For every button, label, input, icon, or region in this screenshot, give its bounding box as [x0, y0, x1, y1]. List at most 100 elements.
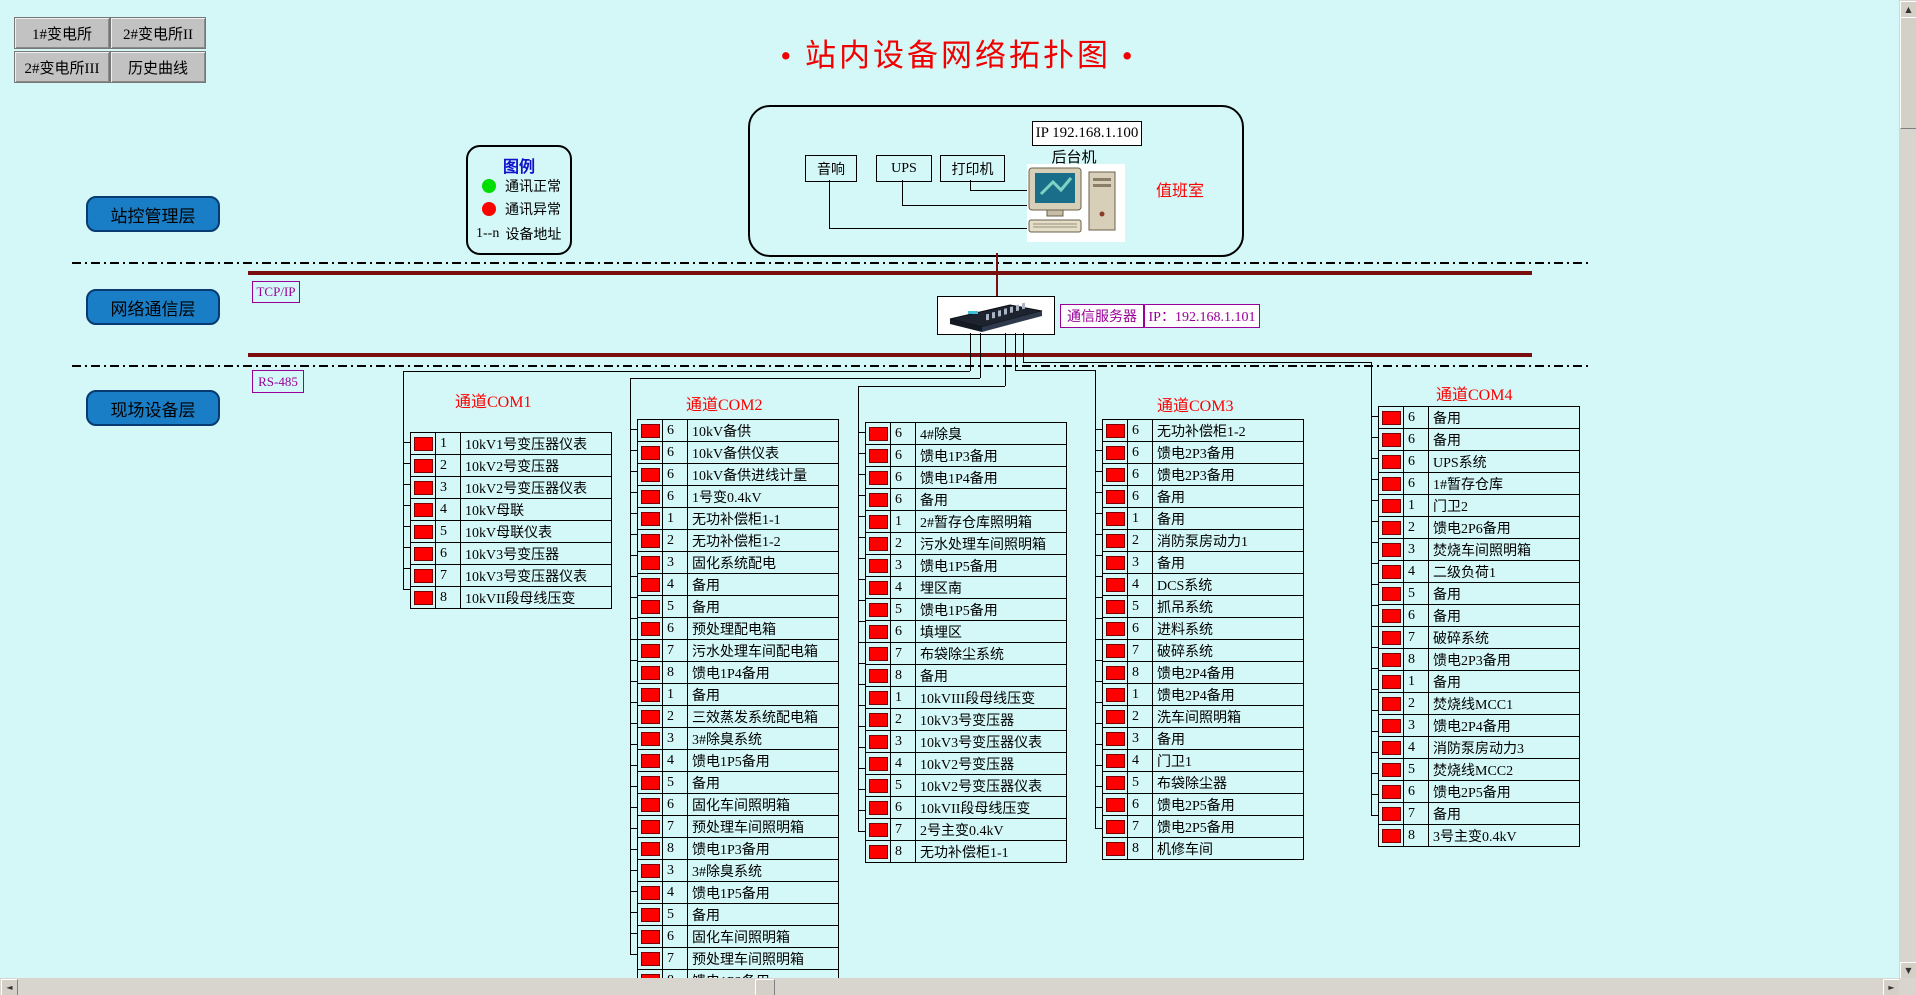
- vertical-scrollbar[interactable]: [1899, 0, 1916, 978]
- status-cell: [866, 753, 890, 774]
- device-row: 7馈电2P5备用: [1103, 816, 1303, 838]
- connector-line: [403, 442, 410, 443]
- connector-line: [858, 579, 865, 580]
- device-address: 7: [662, 948, 688, 969]
- horizontal-scrollbar[interactable]: [0, 978, 1899, 995]
- comm-abnormal-status-icon: [1106, 490, 1125, 504]
- connector-line: [1095, 765, 1102, 766]
- device-row: 6馈电1P3备用: [866, 445, 1066, 467]
- layer-button-station-control[interactable]: 站控管理层: [86, 196, 220, 232]
- connector-line: [1371, 521, 1378, 522]
- device-row: 5备用: [638, 904, 838, 926]
- comm-abnormal-status-icon: [869, 581, 888, 595]
- device-address: 6: [1127, 486, 1153, 507]
- status-cell: [1103, 530, 1127, 551]
- connector-line: [1371, 542, 1378, 543]
- comm-abnormal-status-icon: [641, 578, 660, 592]
- channel-device-table-5: 6备用6备用6UPS系统61#暂存仓库1门卫22馈电2P6备用3焚烧车间照明箱4…: [1378, 406, 1580, 847]
- backend-ip-label: IP 192.168.1.100: [1032, 121, 1142, 146]
- scroll-down-icon[interactable]: ▼: [1900, 962, 1916, 979]
- status-cell: [866, 665, 890, 686]
- device-name: 10kV2号变压器: [916, 754, 1066, 774]
- connector-line: [1371, 458, 1378, 459]
- green-status-icon: [482, 179, 496, 193]
- connector-line: [630, 597, 637, 598]
- device-row: 110kV1号变压器仪表: [411, 433, 611, 455]
- connector-line: [1095, 597, 1102, 598]
- device-address: 4: [1403, 561, 1429, 582]
- device-address: 4: [1403, 737, 1429, 758]
- comm-abnormal-status-icon: [1106, 754, 1125, 768]
- device-row: 5抓吊系统: [1103, 596, 1303, 618]
- layer-separator-line: [72, 365, 1592, 367]
- status-cell: [866, 599, 890, 620]
- layer-button-network-comm[interactable]: 网络通信层: [86, 289, 220, 325]
- device-row: 7预处理车间照明箱: [638, 948, 838, 970]
- connector-line: [858, 453, 865, 454]
- status-cell: [411, 521, 435, 542]
- device-address: 7: [662, 640, 688, 661]
- device-address: 3: [890, 555, 916, 576]
- device-name: 10kV2号变压器仪表: [916, 776, 1066, 796]
- comm-abnormal-status-icon: [641, 490, 660, 504]
- status-cell: [1379, 737, 1403, 758]
- comm-abnormal-status-icon: [869, 471, 888, 485]
- vertical-scroll-thumb[interactable]: [1900, 17, 1916, 129]
- channel-label-2: 通道COM2: [686, 391, 762, 415]
- device-name: 馈电1P4备用: [916, 468, 1066, 488]
- device-name: 3#除臭系统: [688, 861, 838, 881]
- legend-item-normal: 通讯正常: [482, 177, 561, 195]
- device-address: 8: [662, 838, 688, 859]
- comm-abnormal-status-icon: [869, 845, 888, 859]
- device-name: 10kV3号变压器仪表: [461, 566, 611, 586]
- comm-abnormal-status-icon: [1382, 785, 1401, 799]
- device-name: 备用: [688, 685, 838, 705]
- connector-line: [403, 568, 410, 569]
- device-row: 8馈电1P3备用: [638, 838, 838, 860]
- connector-line: [1371, 479, 1378, 480]
- connector-line: [1371, 668, 1378, 669]
- scroll-up-icon[interactable]: ▲: [1900, 1, 1916, 18]
- status-cell: [1379, 649, 1403, 670]
- status-cell: [1379, 473, 1403, 494]
- layer-button-field-device[interactable]: 现场设备层: [86, 390, 220, 426]
- comm-abnormal-status-icon: [1382, 565, 1401, 579]
- connector-line: [630, 828, 637, 829]
- status-cell: [1103, 816, 1127, 837]
- device-name: 备用: [1153, 509, 1303, 529]
- comm-abnormal-status-icon: [1382, 719, 1401, 733]
- device-address: 3: [1127, 728, 1153, 749]
- comm-abnormal-status-icon: [869, 493, 888, 507]
- status-cell: [638, 574, 662, 595]
- device-address: 6: [435, 543, 461, 564]
- scroll-left-icon[interactable]: ◄: [1, 979, 18, 995]
- device-row: 610kV3号变压器: [411, 543, 611, 565]
- device-row: 4馈电1P5备用: [638, 882, 838, 904]
- device-name: 备用: [1429, 430, 1579, 450]
- page-title: • 站内设备网络拓扑图 •: [0, 30, 1916, 75]
- device-row: 6备用: [1379, 429, 1579, 451]
- device-name: 备用: [688, 575, 838, 595]
- device-address: 6: [1403, 473, 1429, 494]
- device-row: 61#暂存仓库: [1379, 473, 1579, 495]
- scroll-right-icon[interactable]: ►: [1883, 979, 1900, 995]
- comm-abnormal-status-icon: [1382, 631, 1401, 645]
- comm-abnormal-status-icon: [869, 647, 888, 661]
- device-row: 2污水处理车间照明箱: [866, 533, 1066, 555]
- status-cell: [638, 728, 662, 749]
- device-name: 3#除臭系统: [688, 729, 838, 749]
- connector-line: [1371, 815, 1378, 816]
- comm-abnormal-status-icon: [641, 754, 660, 768]
- device-row: 2无功补偿柜1-2: [638, 530, 838, 552]
- connector-line: [858, 558, 865, 559]
- device-row: 6馈电2P5备用: [1103, 794, 1303, 816]
- connector-line: [630, 765, 637, 766]
- connector-line: [630, 681, 637, 682]
- horizontal-scroll-thumb[interactable]: [755, 979, 775, 995]
- status-cell: [638, 618, 662, 639]
- device-name: 1号变0.4kV: [688, 487, 838, 507]
- connector-line: [1095, 786, 1102, 787]
- status-cell: [638, 904, 662, 925]
- device-name: 10kV备供进线计量: [688, 465, 838, 485]
- connector-line: [858, 432, 865, 433]
